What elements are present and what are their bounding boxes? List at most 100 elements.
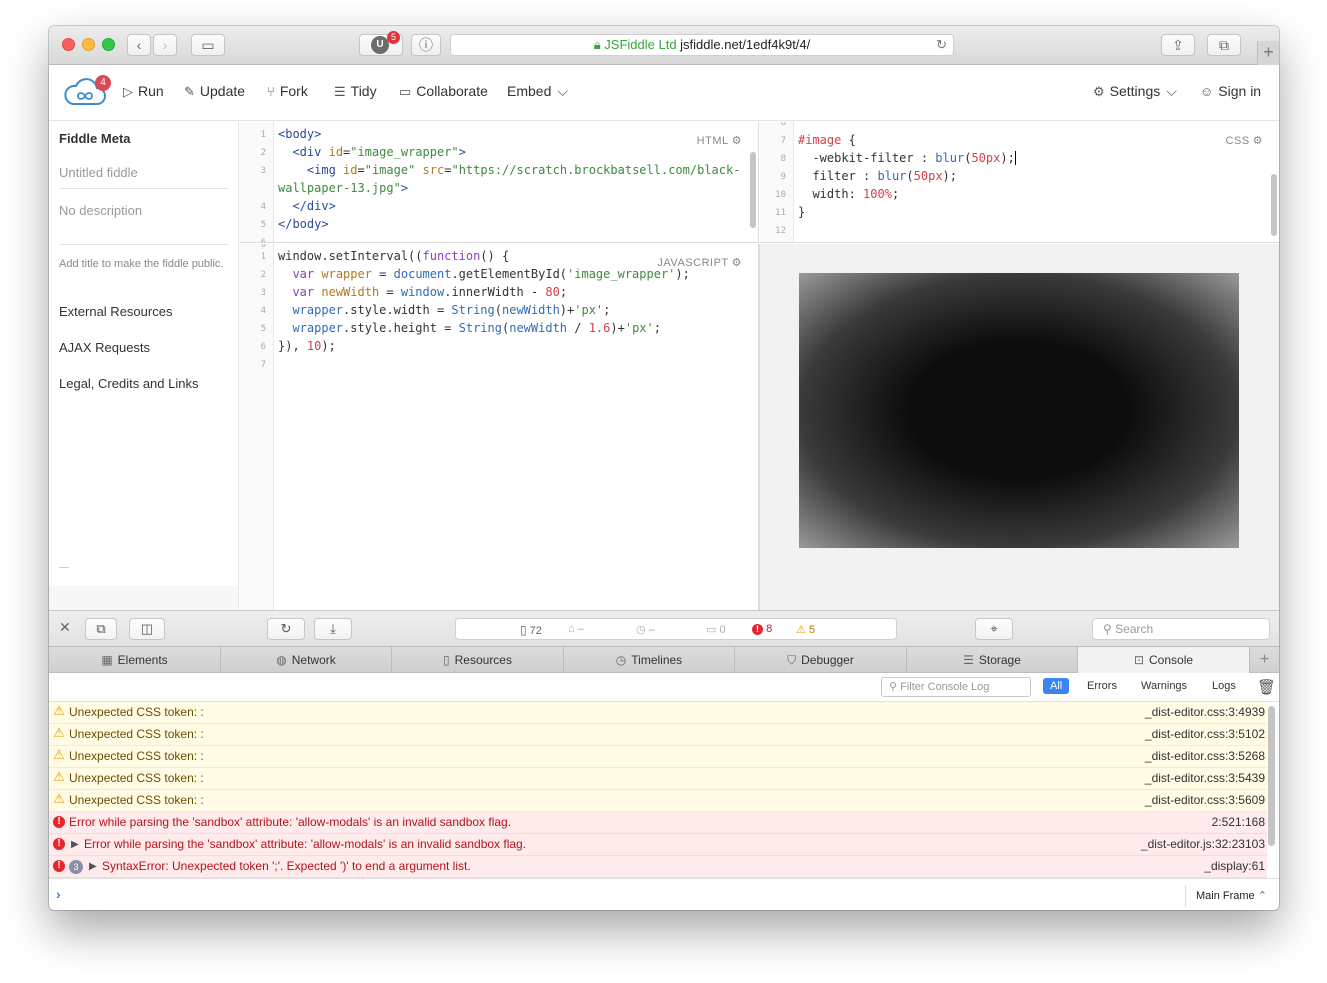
load-time[interactable]: ◷ – (636, 623, 655, 636)
gear-icon[interactable]: ⚙ (732, 257, 742, 269)
tab-console[interactable]: ⊡ Console (1078, 647, 1250, 673)
close-window-button[interactable] (62, 38, 75, 51)
tab-timelines[interactable]: ◷ Timelines (564, 647, 735, 673)
search-icon: ⚲ (1103, 622, 1112, 636)
message-source-link[interactable]: _dist-editor.css:3:5268 (1145, 746, 1265, 767)
sign-in-button[interactable]: ☺ Sign in (1200, 83, 1261, 99)
message-source-link[interactable]: _display:61 (1204, 856, 1265, 877)
search-icon: ⚲ (889, 681, 898, 693)
disclosure-triangle-icon[interactable]: ▶ (89, 856, 97, 877)
warning-count[interactable]: ⚠ 5 (796, 623, 815, 636)
devtools-tabs: ▦ Elements ◍ Network ▯ Resources ◷ Timelines… (49, 646, 1279, 673)
console-message[interactable]: ⚠ Unexpected CSS token: : _dist-editor.c… (49, 790, 1267, 812)
console-message[interactable]: ! 3 ▶ SyntaxError: Unexpected token ';'.… (49, 856, 1267, 878)
settings-button[interactable]: ⚙ Settings ⌵ (1093, 83, 1177, 100)
css-editor[interactable]: 6 7 8 9 10 11 12 #image { -webkit-filter : blu… (760, 122, 1279, 243)
message-source-link[interactable]: _dist-editor.css:3:4939 (1145, 702, 1265, 723)
embed-button[interactable]: Embed ⌵ (507, 83, 568, 100)
reload-icon[interactable]: ↻ (936, 35, 947, 55)
line-gutter: 123456 (240, 122, 274, 242)
gear-icon[interactable]: ⚙ (732, 135, 742, 147)
html-panel-label[interactable]: HTML ⚙ (697, 134, 742, 147)
sidebar-footer (49, 586, 239, 611)
filter-warnings[interactable]: Warnings (1141, 680, 1187, 692)
sidebar-toggle-button[interactable]: ▭ (191, 34, 225, 56)
run-button[interactable]: ▷ Run (123, 83, 164, 100)
javascript-code[interactable]: window.setInterval((function() { var wra… (278, 247, 690, 355)
inspect-element-button[interactable]: ⌖ (975, 618, 1013, 640)
html-editor-scrollbar[interactable] (750, 152, 756, 228)
legal-credits-link[interactable]: Legal, Credits and Links (59, 376, 198, 391)
javascript-editor[interactable]: 6 1234567 window.setInterval((function()… (240, 244, 759, 610)
new-tab-button[interactable]: + (1257, 41, 1279, 65)
onepassword-button[interactable]: ⓘ (411, 34, 441, 56)
dashboard-stats[interactable]: ▯ 72 ⌂ – ◷ – ▭ 0 ! 8 ⚠ 5 (455, 618, 897, 640)
fork-button[interactable]: ⑂ Fork (267, 83, 308, 99)
update-button[interactable]: ✎ Update (184, 83, 245, 100)
javascript-panel-label[interactable]: JAVASCRIPT ⚙ (657, 256, 742, 269)
forward-button[interactable]: › (153, 34, 177, 56)
css-editor-scrollbar[interactable] (1271, 174, 1277, 236)
error-count[interactable]: ! 8 (752, 623, 772, 635)
fiddle-title-input[interactable]: Untitled fiddle (59, 165, 229, 189)
chevron-down-icon: ⌵ (1166, 83, 1177, 99)
dock-side-button[interactable]: ◫ (129, 618, 165, 640)
filter-all[interactable]: All (1043, 678, 1070, 694)
address-bar[interactable]: 🔒︎ JSFiddle Ltd jsfiddle.net/1edf4k9t/4/… (450, 34, 954, 56)
disclosure-triangle-icon[interactable]: ▶ (71, 834, 79, 855)
add-tab-button[interactable]: + (1250, 647, 1279, 673)
console-message[interactable]: ⚠ Unexpected CSS token: : _dist-editor.c… (49, 746, 1267, 768)
message-source-link[interactable]: _dist-editor.css:3:5102 (1145, 724, 1265, 745)
sidebar-icon: ▭ (201, 37, 215, 53)
console-prompt-icon[interactable]: › (56, 886, 61, 902)
message-source-link[interactable]: 2:521:168 (1212, 812, 1265, 833)
zoom-window-button[interactable] (102, 38, 115, 51)
tab-storage[interactable]: ☰ Storage (907, 647, 1078, 673)
html-code[interactable]: <body> <div id="image_wrapper"> <img id=… (278, 125, 740, 233)
devtools-search-input[interactable]: ⚲ Search (1092, 618, 1270, 640)
frame-selector[interactable]: Main Frame ⌃ (1185, 885, 1267, 907)
close-icon[interactable]: ✕ (59, 619, 71, 636)
console-message[interactable]: ! ▶ Error while parsing the 'sandbox' at… (49, 834, 1267, 856)
fiddle-description-input[interactable]: No description (59, 203, 229, 245)
external-resources-link[interactable]: External Resources (59, 304, 172, 319)
database-icon: ☰ (963, 653, 974, 667)
resource-size[interactable]: ⌂ – (568, 623, 584, 635)
tidy-button[interactable]: ☰ Tidy (334, 83, 377, 100)
minimize-window-button[interactable] (82, 38, 95, 51)
download-button[interactable]: ⤓ (314, 618, 352, 640)
css-panel-label[interactable]: CSS ⚙ (1226, 134, 1264, 147)
message-source-link[interactable]: _dist-editor.css:3:5439 (1145, 768, 1265, 789)
log-count[interactable]: ▭ 0 (706, 623, 726, 636)
browser-window: ‹ › ▭ U 5 ⓘ 🔒︎ JSFiddle Ltd jsfiddle.net… (49, 26, 1279, 910)
error-icon: ! (53, 838, 65, 850)
filter-errors[interactable]: Errors (1087, 680, 1117, 692)
console-message[interactable]: ⚠ Unexpected CSS token: : _dist-editor.c… (49, 724, 1267, 746)
console-message[interactable]: ⚠ Unexpected CSS token: : _dist-editor.c… (49, 768, 1267, 790)
ajax-requests-link[interactable]: AJAX Requests (59, 340, 150, 355)
gear-icon[interactable]: ⚙ (1253, 135, 1263, 147)
console-scrollbar[interactable] (1268, 706, 1275, 846)
tab-resources[interactable]: ▯ Resources (392, 647, 564, 673)
collaborate-button[interactable]: ▭ Collaborate (399, 83, 488, 100)
resource-count[interactable]: ▯ 72 (520, 623, 542, 637)
share-button[interactable]: ⇪ (1161, 34, 1195, 56)
show-tabs-button[interactable]: ⧉ (1207, 34, 1241, 56)
tab-elements[interactable]: ▦ Elements (49, 647, 221, 673)
back-button[interactable]: ‹ (127, 34, 151, 56)
filter-console-input[interactable]: ⚲ Filter Console Log (881, 677, 1031, 697)
trash-icon[interactable]: 🗑︎ (1257, 678, 1276, 696)
reload-page-button[interactable]: ↻ (267, 618, 305, 640)
public-hint: Add title to make the fiddle public. (59, 258, 224, 270)
message-source-link[interactable]: _dist-editor.js:32:23103 (1141, 834, 1265, 855)
css-code[interactable]: #image { -webkit-filter : blur(50px); fi… (798, 131, 1016, 221)
weight-icon: ⌂ (568, 623, 575, 635)
tab-network[interactable]: ◍ Network (221, 647, 392, 673)
message-source-link[interactable]: _dist-editor.css:3:5609 (1145, 790, 1265, 811)
console-message[interactable]: ! Error while parsing the 'sandbox' attr… (49, 812, 1267, 834)
html-editor[interactable]: 123456 <body> <div id="image_wrapper"> <… (240, 122, 759, 243)
console-message[interactable]: ⚠ Unexpected CSS token: : _dist-editor.c… (49, 702, 1267, 724)
undock-button[interactable]: ⧉ (85, 618, 117, 640)
filter-logs[interactable]: Logs (1212, 680, 1236, 692)
tab-debugger[interactable]: ⛉ Debugger (735, 647, 907, 673)
